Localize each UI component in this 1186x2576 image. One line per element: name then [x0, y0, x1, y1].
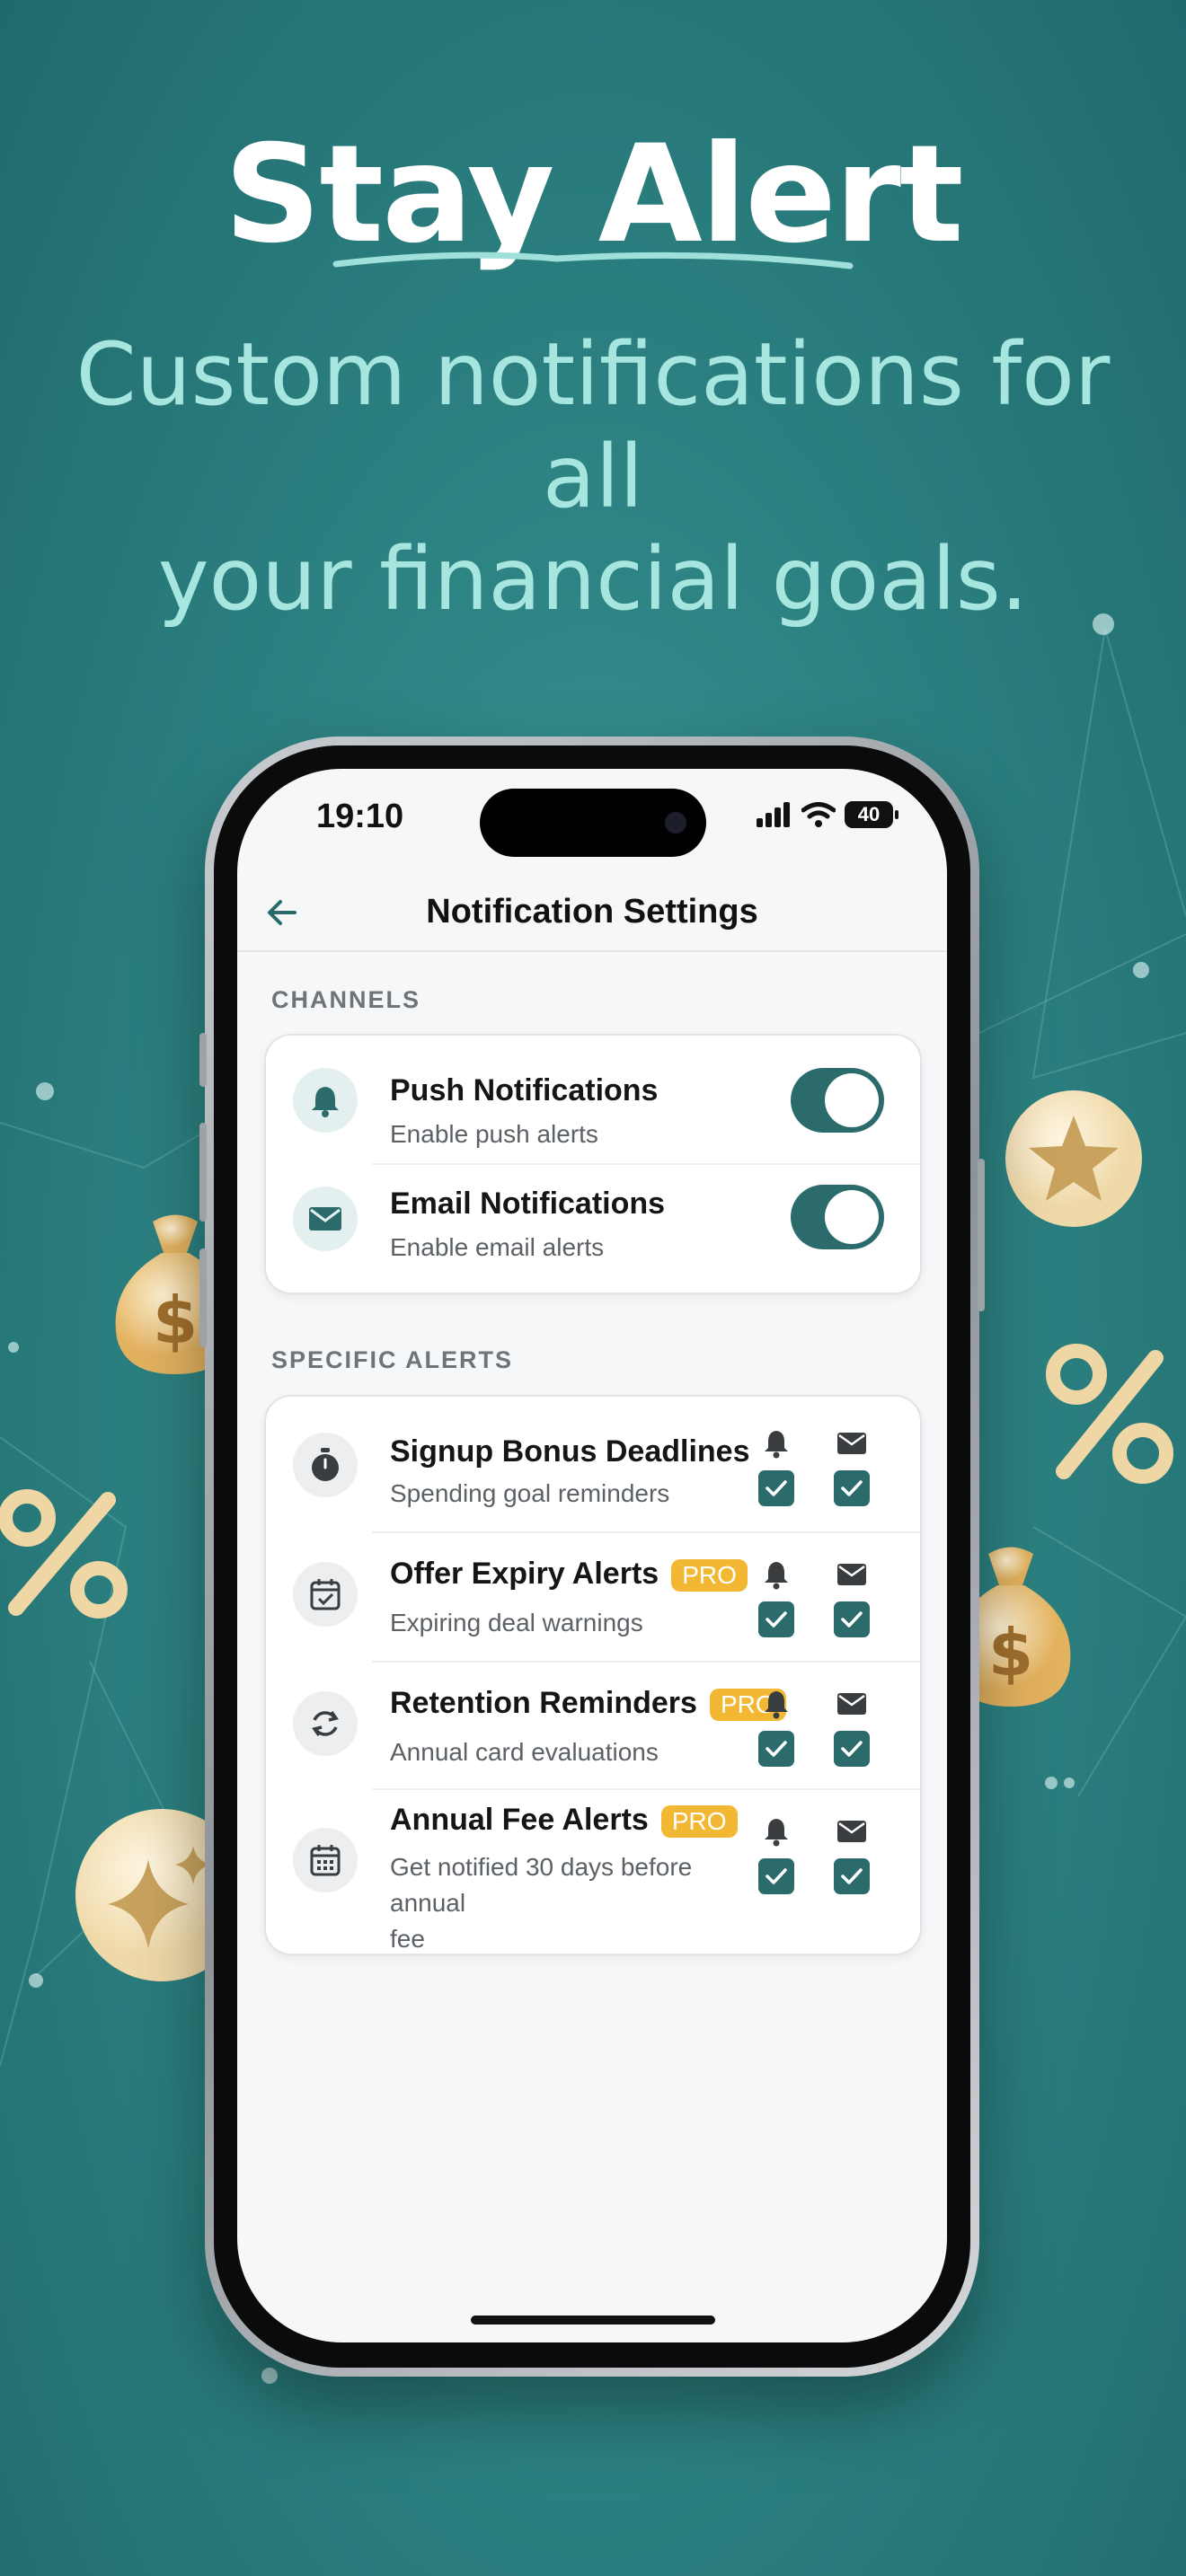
dynamic-island [480, 789, 706, 857]
push-alert-column [758, 1558, 794, 1637]
alert-subtitle: Get notified 30 days before annual fee [390, 1849, 767, 1957]
push-alert-column [758, 1815, 794, 1894]
signal-icon [757, 802, 790, 827]
mail-icon [834, 1427, 870, 1460]
hero-subtitle-line2: your financial goals. [157, 529, 1029, 630]
channel-subtitle: Enable push alerts [390, 1120, 598, 1148]
mail-icon [834, 1688, 870, 1720]
stopwatch-icon [293, 1433, 358, 1497]
push-checkbox[interactable] [758, 1858, 794, 1894]
phone-side-button [199, 1248, 207, 1347]
email-alert-column [834, 1815, 870, 1894]
email-alert-column [834, 1688, 870, 1767]
email-checkbox[interactable] [834, 1858, 870, 1894]
battery-icon: 40 [845, 801, 898, 828]
email-alert-column [834, 1427, 870, 1506]
refresh-icon [293, 1691, 358, 1756]
push-alert-column [758, 1688, 794, 1767]
phone-screen: 19:10 40 Notification Settings CHANNELS [237, 769, 947, 2342]
email-checkbox[interactable] [834, 1601, 870, 1637]
calendar-icon [293, 1828, 358, 1892]
alert-subtitle: Spending goal reminders [390, 1479, 670, 1507]
channel-title: Push Notifications [390, 1073, 659, 1107]
alert-subtitle-line2: fee [390, 1925, 425, 1953]
mail-icon [834, 1815, 870, 1848]
alert-row-offer-expiry: Offer Expiry Alerts PRO Expiring deal war… [266, 1533, 920, 1661]
section-label-channels: CHANNELS [271, 986, 421, 1013]
alert-title-text: Annual Fee Alerts [390, 1803, 649, 1837]
email-checkbox[interactable] [834, 1470, 870, 1506]
push-checkbox[interactable] [758, 1601, 794, 1637]
svg-text:$: $ [153, 1283, 198, 1358]
phone-side-button [199, 1123, 207, 1222]
push-alert-column [758, 1427, 794, 1506]
alert-subtitle: Expiring deal warnings [390, 1609, 643, 1636]
specific-alerts-card: Signup Bonus Deadlines Spending goal rem… [264, 1395, 922, 1955]
email-notifications-toggle[interactable] [791, 1185, 884, 1249]
alert-title-text: Offer Expiry Alerts [390, 1557, 659, 1591]
bell-icon [758, 1427, 794, 1460]
email-alert-column [834, 1558, 870, 1637]
channel-subtitle: Enable email alerts [390, 1233, 605, 1261]
bell-icon [758, 1815, 794, 1848]
calendar-check-icon [293, 1562, 358, 1627]
alert-row-signup-bonus: Signup Bonus Deadlines Spending goal rem… [266, 1397, 920, 1531]
wifi-icon [801, 802, 836, 827]
channel-row-email: Email Notifications Enable email alerts [266, 1165, 920, 1292]
hero-subtitle: Custom notifications for all your financ… [36, 323, 1150, 631]
mail-icon [834, 1558, 870, 1591]
star-coin-icon [1005, 1090, 1142, 1227]
pro-badge: PRO [660, 1805, 738, 1839]
phone-side-button [199, 1033, 207, 1087]
alert-title: Annual Fee Alerts PRO [390, 1803, 738, 1839]
hero-subtitle-line1: Custom notifications for all [75, 324, 1111, 527]
alert-title-text: Retention Reminders [390, 1686, 697, 1720]
home-indicator [471, 2316, 715, 2325]
mail-icon [293, 1187, 358, 1251]
status-icons: 40 [757, 799, 898, 830]
alert-title: Retention Reminders PRO [390, 1686, 786, 1722]
push-checkbox[interactable] [758, 1470, 794, 1506]
channel-row-push: Push Notifications Enable push alerts [266, 1036, 920, 1163]
channels-card: Push Notifications Enable push alerts Em… [264, 1034, 922, 1294]
push-checkbox[interactable] [758, 1731, 794, 1767]
alert-subtitle-line1: Get notified 30 days before annual [390, 1853, 693, 1917]
push-notifications-toggle[interactable] [791, 1068, 884, 1133]
page-title: Notification Settings [426, 893, 758, 931]
status-time: 19:10 [316, 798, 404, 835]
phone-side-button [978, 1159, 985, 1311]
bell-icon [293, 1068, 358, 1133]
alert-title: Signup Bonus Deadlines [390, 1434, 750, 1469]
pro-badge: PRO [671, 1559, 748, 1592]
alert-row-annual-fee: Annual Fee Alerts PRO Get notified 30 day… [266, 1790, 920, 1954]
percent-icon [0, 1489, 128, 1619]
svg-text:$: $ [988, 1615, 1033, 1690]
nav-bar: Notification Settings [237, 875, 947, 952]
alert-row-retention: Retention Reminders PRO Annual card evalu… [266, 1663, 920, 1788]
bell-icon [758, 1688, 794, 1720]
channel-title: Email Notifications [390, 1187, 666, 1221]
percent-icon [1046, 1344, 1173, 1484]
alert-subtitle: Annual card evaluations [390, 1738, 659, 1766]
title-underline [332, 251, 854, 269]
alert-title: Offer Expiry Alerts PRO [390, 1557, 748, 1592]
email-checkbox[interactable] [834, 1731, 870, 1767]
bell-icon [758, 1558, 794, 1591]
section-label-specific-alerts: SPECIFIC ALERTS [271, 1346, 514, 1373]
